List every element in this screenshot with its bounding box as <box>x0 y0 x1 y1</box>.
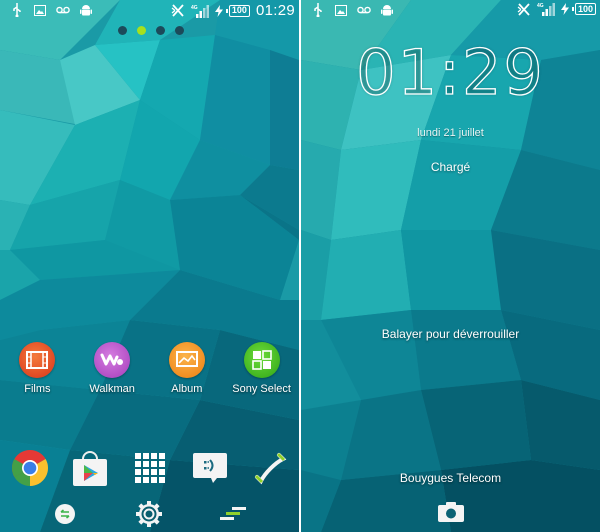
svg-text:4G: 4G <box>537 3 544 9</box>
films-icon <box>19 342 56 378</box>
android-icon <box>380 3 394 17</box>
album-icon <box>168 342 205 378</box>
clock-hours: 01 <box>355 35 440 109</box>
dock-chrome[interactable] <box>10 448 50 488</box>
app-label: Films <box>24 383 51 395</box>
dock-phone[interactable] <box>250 448 290 488</box>
back-button[interactable] <box>50 500 80 528</box>
page-dot[interactable] <box>118 26 127 35</box>
signal-4g-icon: 4G <box>537 2 555 16</box>
app-drawer-icon <box>135 453 165 483</box>
dock <box>0 448 299 488</box>
app-label: Album <box>171 383 203 395</box>
battery-indicator: 100 <box>571 3 596 15</box>
recent-apps-button[interactable] <box>218 500 248 528</box>
home-screen: 4G 100 01:29 Films Walkman Album Sony Se… <box>0 0 299 532</box>
camera-icon <box>438 502 464 522</box>
status-time: 01:29 <box>255 2 295 19</box>
app-sony-select[interactable]: Sony Select <box>224 342 299 395</box>
status-bar[interactable]: 4G 100 01:29 <box>0 0 299 20</box>
page-dot-active[interactable] <box>137 26 146 35</box>
page-dot[interactable] <box>175 26 184 35</box>
usb-icon <box>311 3 325 17</box>
page-indicator[interactable] <box>118 26 184 35</box>
dock-play-store[interactable] <box>70 448 110 488</box>
charging-icon <box>214 4 223 18</box>
clock-minutes: 29 <box>461 35 545 109</box>
android-icon <box>79 3 93 17</box>
play-store-icon <box>73 451 107 486</box>
walkman-icon <box>94 342 131 378</box>
voicemail-icon <box>56 3 70 17</box>
app-label: Sony Select <box>232 383 291 395</box>
lock-date: lundi 21 juillet <box>417 127 484 139</box>
nfc-disabled-icon <box>517 2 531 16</box>
clock-separator: : <box>438 35 462 109</box>
signal-4g-icon: 4G <box>191 4 209 18</box>
dock-app-drawer[interactable] <box>130 448 170 488</box>
dock-messaging[interactable] <box>190 448 230 488</box>
app-shortcuts: Films Walkman Album Sony Select <box>0 342 299 395</box>
app-album[interactable]: Album <box>150 342 225 395</box>
camera-shortcut[interactable] <box>437 500 465 524</box>
nfc-disabled-icon <box>171 4 185 18</box>
chrome-icon <box>11 450 49 486</box>
settings-button[interactable] <box>134 500 164 528</box>
lock-screen[interactable]: 4G 100 01:29 lundi 21 juillet Chargé Bal… <box>301 0 600 532</box>
page-dot[interactable] <box>156 26 165 35</box>
swipe-to-unlock-hint[interactable]: Balayer pour déverrouiller <box>301 327 600 341</box>
charge-status: Chargé <box>430 160 471 174</box>
image-icon <box>33 3 47 17</box>
svg-text:4G: 4G <box>191 5 198 11</box>
lock-clock: 01:29 <box>301 35 600 109</box>
navigation-bar <box>0 496 299 532</box>
voicemail-icon <box>357 3 371 17</box>
messaging-icon <box>193 453 227 483</box>
phone-icon <box>254 452 287 485</box>
usb-icon <box>10 3 24 17</box>
app-label: Walkman <box>89 383 135 395</box>
app-walkman[interactable]: Walkman <box>75 342 150 395</box>
settings-icon <box>136 501 162 527</box>
sony-select-icon <box>243 342 280 378</box>
carrier-name: Bouygues Telecom <box>399 471 502 485</box>
app-films[interactable]: Films <box>0 342 75 395</box>
battery-indicator: 100 <box>225 4 250 17</box>
status-bar[interactable]: 4G 100 <box>301 0 600 20</box>
image-icon <box>334 3 348 17</box>
back-icon <box>55 504 75 524</box>
recent-icon <box>220 507 246 520</box>
charging-icon <box>560 2 569 16</box>
